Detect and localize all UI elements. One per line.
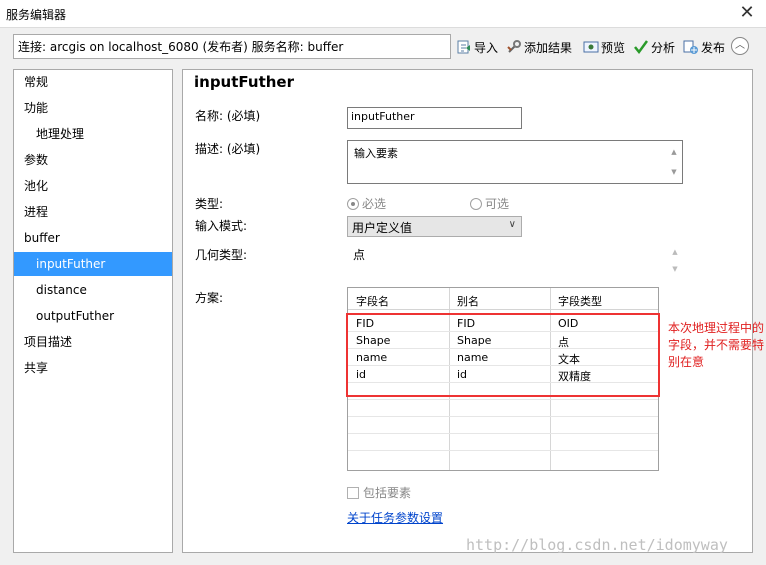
include-features-checkbox[interactable]: 包括要素 — [347, 484, 411, 501]
preview-icon — [583, 39, 599, 55]
publish-icon — [683, 39, 699, 55]
sidebar-item-sharing[interactable]: 共享 — [14, 356, 172, 380]
chevron-down-icon: ∨ — [508, 219, 516, 230]
analyze-button[interactable]: 分析 — [633, 37, 675, 57]
connection-info: 连接: arcgis on localhost_6080 (发布者) 服务名称:… — [13, 34, 451, 59]
tools-icon — [506, 39, 522, 55]
publish-label: 发布 — [701, 40, 726, 55]
sidebar-item-geoprocessing[interactable]: 地理处理 — [14, 122, 172, 146]
sidebar-item-item-description[interactable]: 项目描述 — [14, 330, 172, 354]
type-required-label: 必选 — [362, 197, 387, 211]
checkbox-icon — [347, 486, 359, 499]
sidebar-nav: 常规 功能 地理处理 参数 池化 进程 buffer inputFuther d… — [13, 69, 173, 553]
sidebar-item-processes[interactable]: 进程 — [14, 200, 172, 224]
analyze-label: 分析 — [651, 40, 676, 55]
sidebar-item-capabilities[interactable]: 功能 — [14, 96, 172, 120]
import-icon — [456, 39, 472, 55]
type-label: 类型: — [195, 197, 224, 211]
geometry-scrollbar[interactable]: ▲ ▼ — [668, 244, 682, 278]
publish-button[interactable]: 发布 — [683, 37, 725, 57]
description-label: 描述: (必填) — [195, 142, 261, 156]
description-field[interactable]: 输入要素 ▲ ▼ — [347, 140, 683, 184]
type-required-radio[interactable]: 必选 — [347, 195, 386, 212]
watermark: http://blog.csdn.net/idomyway — [466, 536, 728, 554]
sidebar-item-distance[interactable]: distance — [14, 278, 172, 302]
sidebar-item-pooling[interactable]: 池化 — [14, 174, 172, 198]
close-icon[interactable]: ✕ — [738, 2, 756, 24]
header-alias[interactable]: 别名 — [451, 293, 479, 309]
header-field-type[interactable]: 字段类型 — [552, 293, 602, 309]
page-title: inputFuther — [194, 73, 295, 91]
input-mode-value: 用户定义值 — [352, 221, 413, 235]
name-field[interactable]: inputFuther — [347, 107, 522, 129]
radio-unchecked-icon — [470, 197, 482, 210]
import-label: 导入 — [474, 40, 499, 55]
row-divider — [348, 416, 658, 417]
header-field-name[interactable]: 字段名 — [350, 293, 389, 309]
window-title: 服务编辑器 — [6, 8, 67, 22]
description-text: 输入要素 — [354, 147, 398, 160]
input-mode-label: 输入模式: — [195, 219, 248, 233]
name-label: 名称: (必填) — [195, 109, 261, 123]
schema-label: 方案: — [195, 291, 224, 305]
type-optional-radio[interactable]: 可选 — [470, 195, 509, 212]
highlight-box — [346, 313, 660, 397]
row-divider — [348, 450, 658, 451]
sidebar-item-general[interactable]: 常规 — [14, 70, 172, 94]
include-features-label: 包括要素 — [363, 486, 412, 500]
input-mode-select[interactable]: 用户定义值 ∨ — [347, 216, 522, 237]
description-scrollbar[interactable]: ▲ ▼ — [667, 142, 681, 182]
row-divider — [348, 433, 658, 434]
preview-button[interactable]: 预览 — [583, 37, 625, 57]
task-parameters-link[interactable]: 关于任务参数设置 — [347, 509, 443, 526]
geometry-type-label: 几何类型: — [195, 248, 248, 262]
annotation-note: 本次地理过程中的字段，并不需要特别在意 — [668, 321, 765, 369]
radio-checked-icon — [347, 197, 359, 210]
sidebar-item-inputfuther[interactable]: inputFuther — [14, 252, 172, 276]
preview-label: 预览 — [601, 40, 626, 55]
type-optional-label: 可选 — [485, 197, 510, 211]
geometry-type-value: 点 — [353, 248, 366, 262]
sidebar-item-parameters[interactable]: 参数 — [14, 148, 172, 172]
add-result-label: 添加结果 — [524, 40, 573, 55]
import-button[interactable]: 导入 — [456, 37, 498, 57]
sidebar-item-outputfuther[interactable]: outputFuther — [14, 304, 172, 328]
title-bar: 服务编辑器 ✕ — [0, 0, 766, 28]
row-divider — [348, 399, 658, 400]
table-header: 字段名 别名 字段类型 — [348, 288, 658, 310]
checkmark-icon — [633, 39, 649, 55]
collapse-icon[interactable]: ︿ — [731, 37, 749, 55]
add-result-button[interactable]: 添加结果 — [506, 37, 572, 57]
sidebar-item-buffer[interactable]: buffer — [14, 226, 172, 250]
